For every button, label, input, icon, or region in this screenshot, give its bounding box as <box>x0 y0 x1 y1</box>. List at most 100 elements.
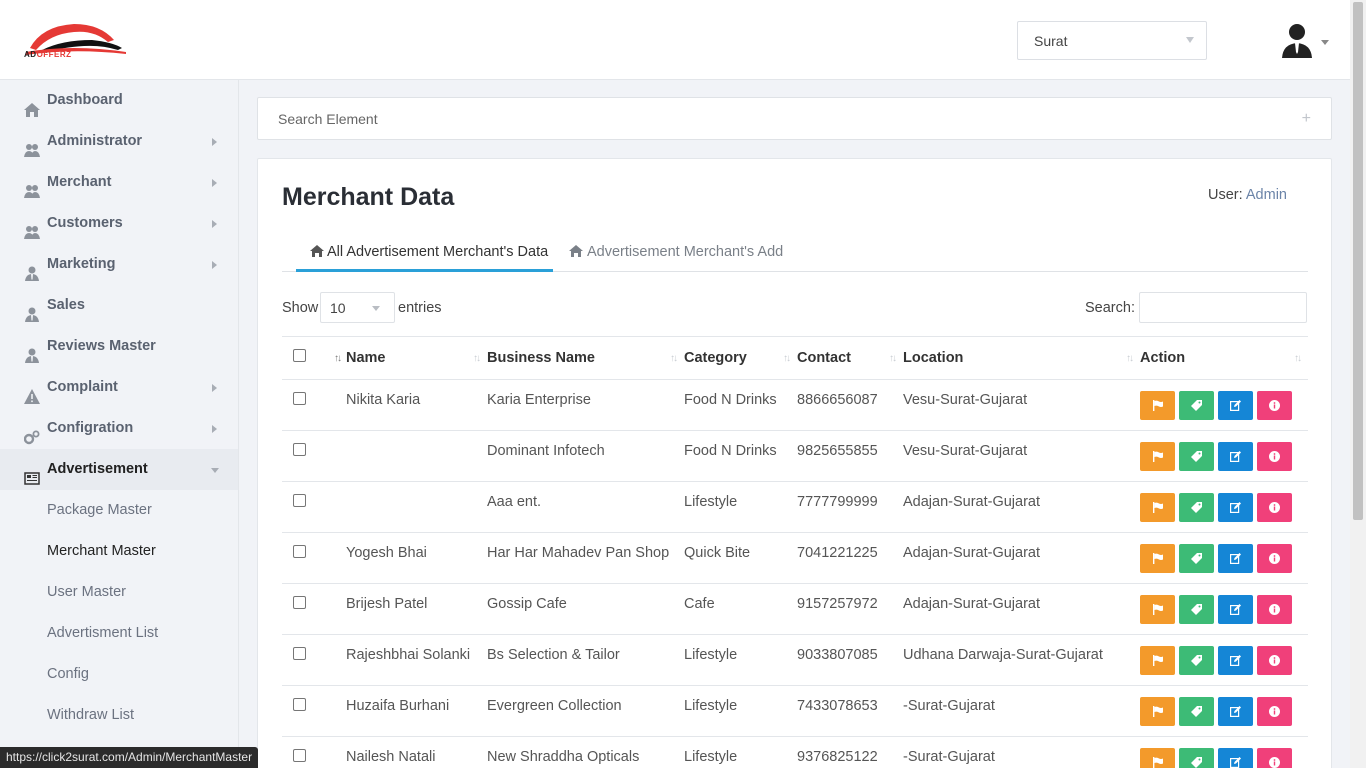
tab-merchant-add[interactable]: Advertisement Merchant's Add <box>569 237 783 272</box>
sort-icon[interactable]: ↑↓ <box>889 353 897 364</box>
select-all-checkbox[interactable] <box>293 348 306 362</box>
sort-icon[interactable]: ↑↓ <box>670 353 678 364</box>
info-button[interactable] <box>1257 696 1292 726</box>
submenu-item-withdraw-list[interactable]: Withdraw List <box>0 695 238 736</box>
current-user-name[interactable]: Admin <box>1246 187 1287 203</box>
flag-button[interactable] <box>1140 390 1175 420</box>
cell-location: Adajan-Surat-Gujarat <box>903 481 1140 533</box>
sidebar-item-advertisement[interactable]: Advertisement <box>0 449 238 490</box>
info-button[interactable] <box>1257 492 1292 522</box>
table-search-input[interactable] <box>1139 292 1307 323</box>
tag-button[interactable] <box>1179 594 1214 624</box>
edit-button[interactable] <box>1218 645 1253 675</box>
row-checkbox[interactable] <box>293 544 306 558</box>
sidebar-item-customers[interactable]: Customers <box>0 203 238 244</box>
table-body: Nikita Karia Karia Enterprise Food N Drink… <box>282 379 1308 768</box>
flag-icon <box>1152 450 1163 462</box>
sidebar-item-complaint[interactable]: Complaint <box>0 367 238 408</box>
column-header-business-name[interactable]: Business Name ↑↓ <box>487 336 684 380</box>
column-header-contact[interactable]: Contact ↑↓ <box>797 336 903 380</box>
edit-icon <box>1230 756 1241 768</box>
info-button[interactable] <box>1257 441 1292 471</box>
tag-icon <box>1191 501 1202 513</box>
tab-all-merchant-data[interactable]: All Advertisement Merchant's Data <box>296 237 553 272</box>
action-buttons <box>1140 594 1308 624</box>
row-checkbox[interactable] <box>293 646 306 660</box>
submenu-item-advertisment-list[interactable]: Advertisment List <box>0 613 238 654</box>
submenu-item-user-master[interactable]: User Master <box>0 572 238 613</box>
submenu-item-config[interactable]: Config <box>0 654 238 695</box>
sidebar-item-marketing[interactable]: Marketing <box>0 244 238 285</box>
tag-button[interactable] <box>1179 390 1214 420</box>
column-header-category[interactable]: Category ↑↓ <box>684 336 797 380</box>
city-select[interactable]: Surat <box>1017 21 1207 60</box>
submenu-item-package-master[interactable]: Package Master <box>0 490 238 531</box>
flag-button[interactable] <box>1140 594 1175 624</box>
edit-button[interactable] <box>1218 441 1253 471</box>
entries-per-page-select[interactable]: 10 <box>320 292 395 323</box>
tag-button[interactable] <box>1179 696 1214 726</box>
info-button[interactable] <box>1257 594 1292 624</box>
tag-button[interactable] <box>1179 543 1214 573</box>
user-avatar-icon[interactable] <box>1280 22 1314 58</box>
flag-button[interactable] <box>1140 492 1175 522</box>
info-icon <box>1269 603 1280 615</box>
sidebar-item-dashboard[interactable]: Dashboard <box>0 80 238 121</box>
cell-category: Lifestyle <box>684 481 797 533</box>
sort-icon[interactable]: ↑↓ <box>334 353 342 364</box>
row-checkbox[interactable] <box>293 442 306 456</box>
cell-name: Yogesh Bhai <box>346 532 487 584</box>
search-element-panel[interactable]: Search Element + <box>257 97 1332 140</box>
tag-button[interactable] <box>1179 441 1214 471</box>
edit-button[interactable] <box>1218 696 1253 726</box>
sidebar-item-administrator[interactable]: Administrator <box>0 121 238 162</box>
info-button[interactable] <box>1257 390 1292 420</box>
user-menu-caret-icon[interactable] <box>1321 40 1329 45</box>
info-button[interactable] <box>1257 645 1292 675</box>
flag-button[interactable] <box>1140 696 1175 726</box>
edit-button[interactable] <box>1218 543 1253 573</box>
row-checkbox[interactable] <box>293 595 306 609</box>
column-header-name[interactable]: Name ↑↓ <box>346 336 487 380</box>
column-header-location[interactable]: Location ↑↓ <box>903 336 1140 380</box>
cell-category: Food N Drinks <box>684 430 797 482</box>
current-user-label: User: Admin <box>1208 187 1287 203</box>
cell-action <box>1140 634 1308 686</box>
sort-icon[interactable]: ↑↓ <box>473 353 481 364</box>
action-buttons <box>1140 390 1308 420</box>
row-checkbox[interactable] <box>293 493 306 507</box>
edit-button[interactable] <box>1218 390 1253 420</box>
flag-button[interactable] <box>1140 441 1175 471</box>
submenu-item-merchant-master[interactable]: Merchant Master <box>0 531 238 572</box>
sort-icon[interactable]: ↑↓ <box>783 353 791 364</box>
row-checkbox[interactable] <box>293 391 306 405</box>
sort-icon[interactable]: ↑↓ <box>1294 353 1302 364</box>
cell-business: Aaa ent. <box>487 481 684 533</box>
info-button[interactable] <box>1257 543 1292 573</box>
sidebar-item-merchant[interactable]: Merchant <box>0 162 238 203</box>
tag-button[interactable] <box>1179 747 1214 768</box>
column-header-action[interactable]: Action ↑↓ <box>1140 336 1308 380</box>
sort-icon[interactable]: ↑↓ <box>1126 353 1134 364</box>
edit-button[interactable] <box>1218 594 1253 624</box>
flag-button[interactable] <box>1140 645 1175 675</box>
tag-button[interactable] <box>1179 645 1214 675</box>
select-all-header[interactable]: ↑↓ <box>282 336 346 380</box>
flag-button[interactable] <box>1140 543 1175 573</box>
row-checkbox[interactable] <box>293 748 306 762</box>
sidebar-item-configration[interactable]: Configration <box>0 408 238 449</box>
plus-icon[interactable]: + <box>1302 111 1311 127</box>
sidebar-item-sales[interactable]: Sales <box>0 285 238 326</box>
chevron-down-icon <box>211 468 219 473</box>
scrollbar-thumb[interactable] <box>1353 2 1363 520</box>
row-checkbox[interactable] <box>293 697 306 711</box>
info-button[interactable] <box>1257 747 1292 768</box>
edit-button[interactable] <box>1218 492 1253 522</box>
page-scrollbar[interactable] <box>1350 0 1366 768</box>
edit-button[interactable] <box>1218 747 1253 768</box>
flag-icon <box>1152 756 1163 768</box>
flag-button[interactable] <box>1140 747 1175 768</box>
flag-icon <box>1152 654 1163 666</box>
sidebar-item-reviews-master[interactable]: Reviews Master <box>0 326 238 367</box>
tag-button[interactable] <box>1179 492 1214 522</box>
